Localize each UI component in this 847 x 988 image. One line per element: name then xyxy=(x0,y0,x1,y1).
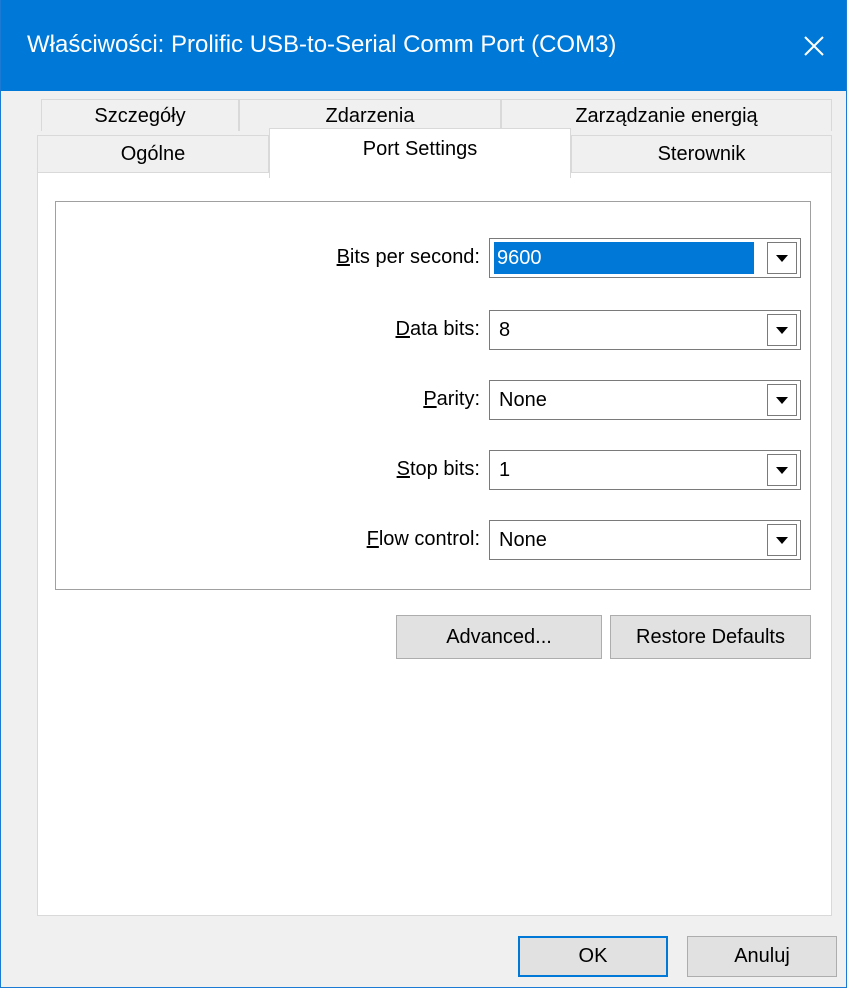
dropdown-arrow-icon[interactable] xyxy=(767,242,797,274)
close-button[interactable] xyxy=(782,0,846,91)
cancel-button[interactable]: Anuluj xyxy=(687,936,837,977)
tab-szczegoly[interactable]: Szczegóły xyxy=(41,99,239,131)
close-icon xyxy=(804,35,824,56)
flow-control-label-rest: low control: xyxy=(378,528,480,550)
dropdown-arrow-icon[interactable] xyxy=(767,524,797,556)
dropdown-arrow-icon[interactable] xyxy=(767,454,797,486)
tab-ogolne[interactable]: Ogólne xyxy=(37,135,269,172)
ok-button[interactable]: OK xyxy=(518,936,668,977)
tab-zarzadzanie-energia[interactable]: Zarządzanie energią xyxy=(501,99,832,131)
advanced-button[interactable]: Advanced... xyxy=(396,615,602,659)
flow-control-label: Flow control: xyxy=(366,528,480,550)
port-settings-group: Bits per second: 9600 Data bits: 8 Parit… xyxy=(55,201,811,590)
tab-port-settings[interactable]: Port Settings xyxy=(269,128,571,178)
data-bits-label: Data bits: xyxy=(395,318,481,340)
data-bits-value: 8 xyxy=(499,319,511,341)
tab-sterownik[interactable]: Sterownik xyxy=(571,135,832,172)
properties-dialog: Właściwości: Prolific USB-to-Serial Comm… xyxy=(0,0,847,988)
dropdown-arrow-icon[interactable] xyxy=(767,314,797,346)
dropdown-arrow-icon[interactable] xyxy=(767,384,797,416)
tab-zdarzenia[interactable]: Zdarzenia xyxy=(239,99,501,131)
restore-defaults-button[interactable]: Restore Defaults xyxy=(610,615,811,659)
bits-per-second-label-rest: its per second: xyxy=(349,246,480,268)
bits-per-second-value: 9600 xyxy=(494,242,754,274)
bits-per-second-label: Bits per second: xyxy=(336,246,480,268)
data-bits-label-rest: ata bits: xyxy=(409,318,480,340)
parity-value: None xyxy=(499,389,547,411)
stop-bits-value: 1 xyxy=(499,459,511,481)
parity-label-rest: arity: xyxy=(436,388,480,410)
stop-bits-select[interactable]: 1 xyxy=(489,450,801,490)
stop-bits-label: Stop bits: xyxy=(396,458,480,480)
bits-per-second-select[interactable]: 9600 xyxy=(489,238,801,278)
window-title: Właściwości: Prolific USB-to-Serial Comm… xyxy=(27,31,617,58)
stop-bits-label-rest: top bits: xyxy=(409,458,480,480)
parity-label: Parity: xyxy=(423,388,480,410)
flow-control-value: None xyxy=(499,529,547,551)
data-bits-select[interactable]: 8 xyxy=(489,310,801,350)
title-bar: Właściwości: Prolific USB-to-Serial Comm… xyxy=(1,0,846,91)
flow-control-select[interactable]: None xyxy=(489,520,801,560)
parity-select[interactable]: None xyxy=(489,380,801,420)
port-settings-panel: Bits per second: 9600 Data bits: 8 Parit… xyxy=(37,172,832,916)
